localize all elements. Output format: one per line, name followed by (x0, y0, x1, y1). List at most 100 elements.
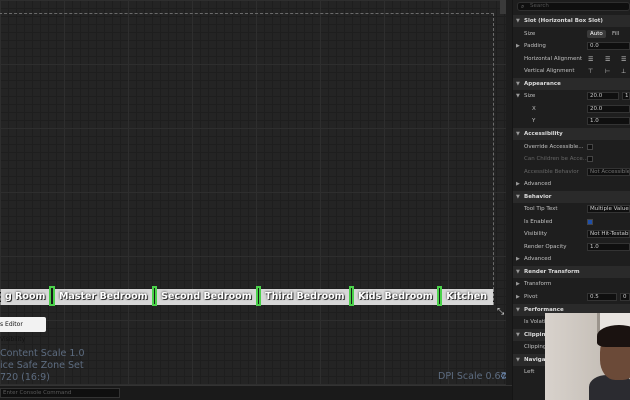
chevron-right-icon: ▶ (516, 43, 520, 49)
prop-render-opacity: Render Opacity 1.0 (513, 241, 630, 253)
chevron-down-icon: ▼ (516, 93, 520, 99)
section-accessibility[interactable]: ▼ Accessibility (513, 128, 630, 140)
prop-pivot[interactable]: ▶ Pivot 0.5 0 (513, 291, 630, 303)
prop-visibility: Visibility Not Hit-Testable (513, 228, 630, 240)
room-button-second-bedroom[interactable]: Second Bedroom (157, 289, 256, 305)
webcam-overlay (545, 313, 630, 400)
pivot-x-field[interactable]: 0.5 (587, 293, 617, 301)
resize-handle-icon[interactable]: ⤡ (497, 307, 504, 317)
prop-transform[interactable]: ▶ Transform (513, 278, 630, 290)
safe-zone-text: ice Safe Zone Set (0, 360, 84, 371)
size-field-2[interactable]: 1 (622, 92, 630, 100)
prop-label: Vertical Alignment (524, 68, 575, 74)
prop-x: X 20.0 (513, 103, 630, 115)
chevron-right-icon: ▶ (516, 294, 520, 300)
editor-visibility-button[interactable]: s Editor Visibility (0, 317, 46, 343)
prop-label: Horizontal Alignment (524, 56, 583, 62)
console-command-input[interactable]: Enter Console Command (0, 388, 120, 398)
visibility-dropdown[interactable]: Not Hit-Testable (587, 230, 630, 238)
can-children-checkbox[interactable] (587, 156, 593, 162)
opacity-field[interactable]: 1.0 (587, 243, 630, 251)
advanced-behavior[interactable]: ▶ Advanced (513, 253, 630, 265)
prop-is-enabled: Is Enabled (513, 216, 630, 228)
horizontal-box[interactable]: g Room Master Bedroom Second Bedroom Thi… (0, 286, 494, 306)
prop-label: Left (524, 369, 535, 375)
tooltip-field[interactable]: Multiple Values (587, 205, 630, 213)
editor-window: g Room Master Bedroom Second Bedroom Thi… (0, 0, 630, 400)
prop-tooltip: Tool Tip Text Multiple Values (513, 203, 630, 215)
align-bottom-icon[interactable]: ⊥ (621, 66, 626, 78)
prop-label: Is Enabled (524, 219, 553, 225)
prop-label: Advanced (524, 181, 552, 187)
advanced-accessibility[interactable]: ▶ Advanced (513, 178, 630, 190)
accessible-behavior-dropdown[interactable]: Not Accessible (587, 168, 630, 176)
align-top-icon[interactable]: ⊤ (588, 66, 593, 78)
chevron-down-icon: ▼ (516, 81, 520, 87)
x-field[interactable]: 20.0 (587, 105, 630, 113)
prop-label: Visibility (524, 231, 548, 237)
section-behavior[interactable]: ▼ Behavior (513, 191, 630, 203)
prop-valign: Vertical Alignment ⊤ ⊢ ⊥ (513, 65, 630, 77)
search-placeholder: Search (530, 3, 549, 9)
chevron-down-icon: ▼ (516, 269, 520, 275)
viewport-scrollbar[interactable] (506, 0, 512, 385)
room-button-living[interactable]: g Room (1, 289, 50, 305)
room-button-third-bedroom[interactable]: Third Bedroom (261, 289, 349, 305)
prop-label: Pivot (524, 294, 538, 300)
chevron-down-icon: ▼ (516, 131, 520, 137)
prop-y: Y 1.0 (513, 115, 630, 127)
chevron-down-icon: ▼ (516, 307, 520, 313)
chevron-down-icon: ▼ (516, 18, 520, 24)
prop-can-children: Can Children be Acce... (513, 153, 630, 165)
prop-label: Clipping (524, 344, 547, 350)
section-appearance[interactable]: ▼ Appearance (513, 78, 630, 90)
size-field[interactable]: 20.0 (587, 92, 619, 100)
padding-field[interactable]: 0.0 (587, 42, 630, 50)
prop-label: Override Accessible... (524, 144, 584, 150)
prop-label: Padding (524, 43, 546, 49)
section-title: Appearance (524, 81, 561, 87)
section-title: Slot (Horizontal Box Slot) (524, 18, 603, 24)
chevron-right-icon: ▶ (516, 281, 520, 287)
chevron-right-icon: ▶ (516, 256, 520, 262)
size-fill-toggle[interactable]: Fill (609, 30, 622, 38)
details-search-input[interactable]: ⌕ Search (517, 2, 630, 11)
designer-viewport[interactable]: g Room Master Bedroom Second Bedroom Thi… (0, 0, 512, 385)
room-button-master-bedroom[interactable]: Master Bedroom (54, 289, 152, 305)
prop-label: Size (524, 31, 536, 37)
prop-label: Transform (524, 281, 552, 287)
section-title: Behavior (524, 194, 552, 200)
room-button-kids-bedroom[interactable]: Kids Bedroom (354, 289, 437, 305)
chevron-down-icon: ▼ (516, 194, 520, 200)
dpi-scale-text: DPI Scale 0.67 (438, 371, 507, 382)
resolution-text: 720 (16:9) (0, 372, 50, 383)
enabled-checkbox[interactable] (587, 219, 593, 225)
prop-label: Size (524, 93, 536, 99)
search-icon: ⌕ (521, 3, 525, 10)
chevron-right-icon: ▶ (516, 181, 520, 187)
section-render-transform[interactable]: ▼ Render Transform (513, 266, 630, 278)
section-title: Render Transform (524, 269, 580, 275)
y-field[interactable]: 1.0 (587, 117, 630, 125)
prop-label: Y (532, 118, 536, 124)
prop-halign: Horizontal Alignment ☰ ☰ ☰ (513, 53, 630, 65)
section-slot[interactable]: ▼ Slot (Horizontal Box Slot) (513, 15, 630, 27)
canvas-bounds (0, 13, 494, 305)
override-checkbox[interactable] (587, 144, 593, 150)
prop-label: Advanced (524, 256, 552, 262)
chevron-down-icon: ▼ (516, 357, 520, 363)
room-button-kitchen[interactable]: Kitchen (442, 289, 494, 305)
prop-app-size[interactable]: ▼ Size 20.0 1 (513, 90, 630, 102)
webcam-person-hair (597, 325, 630, 347)
prop-padding[interactable]: ▶ Padding 0.0 (513, 40, 630, 52)
prop-label: Render Opacity (524, 244, 567, 250)
pivot-y-field[interactable]: 0 (620, 293, 630, 301)
prop-label: Can Children be Acce... (524, 156, 589, 162)
prop-label: X (532, 106, 536, 112)
align-middle-icon[interactable]: ⊢ (605, 66, 610, 78)
size-auto-toggle[interactable]: Auto (587, 30, 606, 38)
section-title: Accessibility (524, 131, 563, 137)
content-scale-text: Content Scale 1.0 (0, 348, 85, 359)
console-bar: Enter Console Command (0, 385, 512, 400)
prop-size: Size Auto Fill (513, 28, 630, 40)
